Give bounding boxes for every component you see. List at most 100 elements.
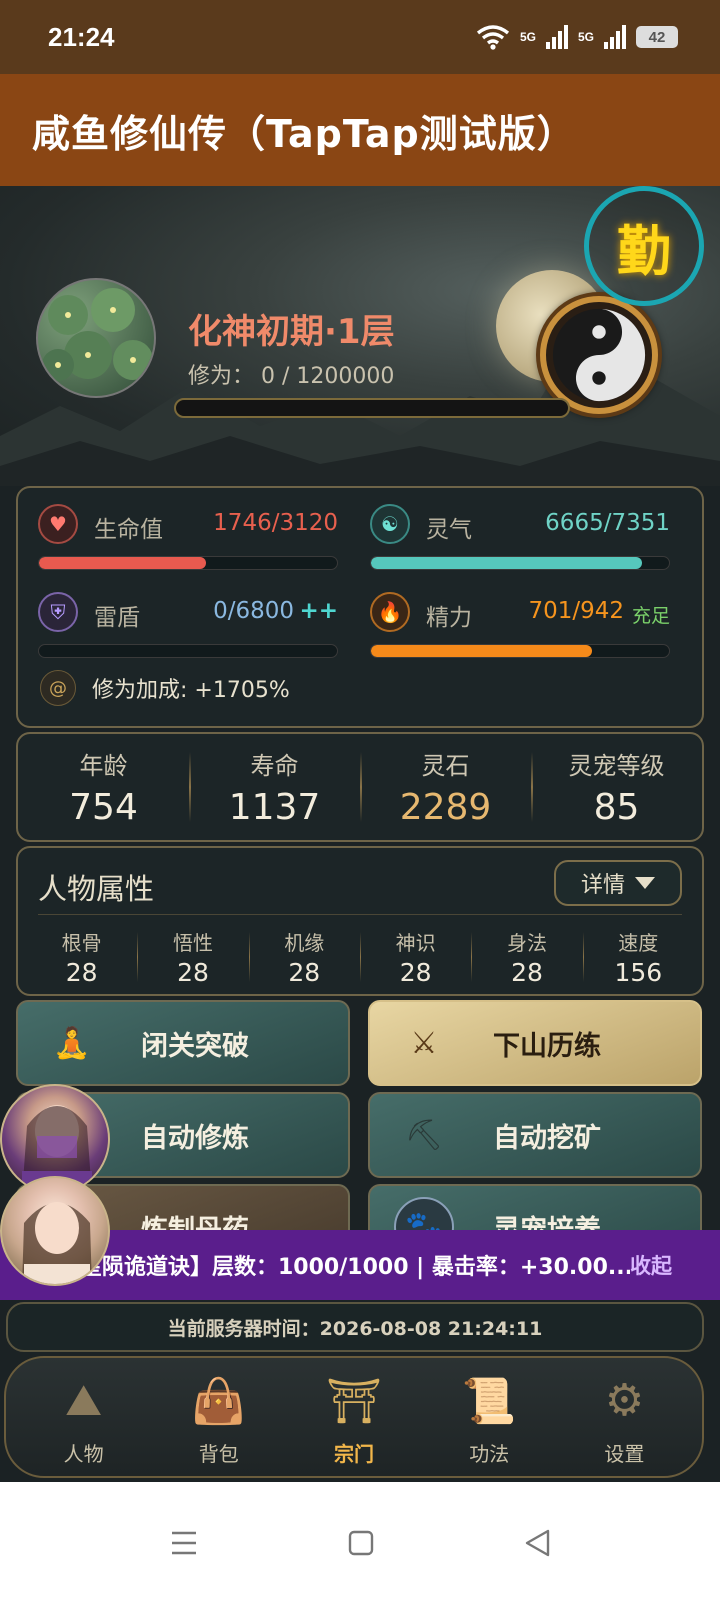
pet-level-label: 灵宠等级: [568, 752, 665, 780]
attribute-value: 28: [511, 958, 543, 987]
energy-bar: [370, 644, 670, 658]
attribute-item: 身法 28: [471, 922, 582, 992]
attribute-item: 根骨 28: [26, 922, 137, 992]
attribute-item: 悟性 28: [137, 922, 248, 992]
cultivation-bonus-text: 修为加成: +1705%: [92, 678, 290, 703]
signal-icon-2: [604, 25, 626, 49]
spirit-stone-value: 2289: [399, 787, 492, 828]
flame-icon: 🔥: [370, 592, 410, 632]
diligence-label: 勤: [617, 219, 671, 283]
attribute-item: 速度 156: [582, 922, 694, 992]
nav-label: 功法: [469, 1441, 510, 1466]
auto-mine-label: 自动挖矿: [493, 1122, 601, 1154]
character-portrait-2: [22, 1202, 92, 1284]
details-button[interactable]: 详情: [554, 860, 682, 906]
travel-label: 下山历练: [493, 1030, 601, 1062]
app-bar: 咸鱼修仙传（TapTap测试版）: [0, 74, 720, 186]
menu-icon[interactable]: [170, 1530, 198, 1556]
attribute-item: 机缘 28: [248, 922, 360, 992]
shield-label: 雷盾: [94, 605, 140, 631]
hp-value: 1746/3120: [213, 510, 338, 536]
network-label-1: 5G: [519, 30, 536, 44]
avatar[interactable]: [36, 278, 156, 398]
attribute-label: 身法: [506, 931, 547, 955]
attribute-value: 28: [288, 958, 321, 987]
lifespan-label: 寿命: [250, 752, 299, 780]
shield-boost-button[interactable]: ++: [299, 598, 338, 624]
shield-value: 0/6800: [213, 598, 294, 624]
nav-label: 设置: [604, 1441, 645, 1466]
nav-item-bag[interactable]: 👜 背包: [151, 1368, 286, 1467]
nav-item-sect[interactable]: ⛩ 宗门: [286, 1368, 421, 1467]
pet-level-value: 85: [593, 787, 640, 828]
meditation-icon: 🧘: [53, 1025, 91, 1061]
age-value: 754: [69, 787, 138, 828]
seclusion-button[interactable]: 🧘 闭关突破: [16, 1000, 350, 1086]
server-time-text: 当前服务器时间：2026-08-08 21:24:11: [167, 1317, 543, 1340]
nav-label: 宗门: [334, 1441, 374, 1466]
clock: 21:24: [48, 21, 115, 52]
qi-swirl-icon: ☯: [370, 504, 410, 544]
scroll-icon: 📜: [461, 1375, 517, 1427]
attributes-title: 人物属性: [38, 872, 155, 906]
cultivation-progress-text: 修为： 0 / 1200000: [188, 364, 395, 389]
floating-avatar-2[interactable]: [0, 1176, 110, 1286]
back-icon[interactable]: [524, 1529, 550, 1557]
auto-mine-button[interactable]: ⛏ 自动挖矿: [368, 1092, 702, 1178]
battery-level: 42: [648, 28, 666, 46]
wifi-icon: [476, 25, 510, 50]
nav-label: 背包: [198, 1441, 239, 1466]
qi-bar-fill: [371, 557, 643, 569]
bottom-nav: ⛰ 人物 👜 背包 ⛩ 宗门 📜 功法 ⚙ 设置: [4, 1356, 704, 1478]
hero-section: 勤 化神初期·1层 修为： 0 / 1200000: [0, 186, 720, 486]
spirit-stone-stat: 灵石 2289: [360, 734, 531, 840]
attribute-label: 机缘: [284, 931, 325, 955]
nav-item-character[interactable]: ⛰ 人物: [16, 1368, 151, 1467]
pet-level-stat: 灵宠等级 85: [531, 734, 702, 840]
temple-icon: ⛩: [326, 1375, 382, 1427]
bag-icon: 👜: [191, 1375, 247, 1427]
yin-yang-button[interactable]: [540, 296, 658, 414]
energy-status: 充足: [631, 605, 670, 627]
qi-label: 灵气: [426, 517, 472, 543]
age-label: 年龄: [79, 752, 128, 780]
attribute-value: 28: [177, 958, 209, 987]
realm-level: 化神初期·1层: [188, 312, 395, 352]
cultivation-bonus: @ 修为加成: +1705%: [40, 670, 290, 706]
collapse-button[interactable]: 收起: [630, 1250, 720, 1280]
nav-label: 人物: [63, 1441, 104, 1466]
nav-item-settings[interactable]: ⚙ 设置: [557, 1368, 692, 1467]
energy-label: 精力: [426, 605, 472, 631]
home-icon[interactable]: [348, 1530, 374, 1556]
qi-bar: [370, 556, 670, 570]
diligence-badge[interactable]: 勤: [584, 186, 704, 306]
attribute-value: 28: [65, 958, 98, 987]
gear-icon: ⚙: [604, 1375, 645, 1426]
nav-item-skills[interactable]: 📜 功法: [422, 1368, 557, 1467]
quick-stats-panel: 年龄 754 寿命 1137 灵石 2289 灵宠等级 85: [16, 732, 704, 842]
status-bar: 21:24 5G 5G 42: [0, 0, 720, 74]
system-nav-bar: [0, 1482, 720, 1604]
energy-value: 701/942: [528, 598, 624, 624]
divider: [38, 914, 682, 915]
attribute-label: 速度: [618, 931, 659, 955]
attribute-label: 根骨: [61, 931, 102, 955]
hp-bar: [38, 556, 338, 570]
cultivation-progress-bar: [174, 398, 570, 418]
status-icons: 5G 5G 42: [476, 24, 678, 50]
app-title: 咸鱼修仙传（TapTap测试版）: [32, 111, 576, 156]
heart-icon: ♥: [38, 504, 78, 544]
qi-value: 6665/7351: [545, 510, 670, 536]
warrior-icon: ⚔: [410, 1025, 438, 1061]
caret-down-icon: [635, 877, 655, 889]
age-stat: 年龄 754: [18, 734, 189, 840]
buff-banner-text: 星陨诡道诀】层数：1000/1000 | 暴击率：+30.00...: [80, 1255, 630, 1280]
attributes-panel: 人物属性 详情 根骨 28 悟性 28 机缘 28 神识 28 身法 28 速度 156: [16, 846, 704, 996]
attribute-list: 根骨 28 悟性 28 机缘 28 神识 28 身法 28 速度 156: [26, 922, 694, 992]
attribute-value: 156: [614, 958, 663, 987]
lifespan-value: 1137: [228, 787, 321, 828]
attribute-label: 悟性: [172, 931, 213, 955]
energy-bar-fill: [371, 645, 592, 657]
stats-panel: ♥ 生命值 1746/3120 ☯ 灵气 6665/7351 ⛨ 雷盾 0/68…: [16, 486, 704, 728]
travel-button[interactable]: ⚔ 下山历练: [368, 1000, 702, 1086]
